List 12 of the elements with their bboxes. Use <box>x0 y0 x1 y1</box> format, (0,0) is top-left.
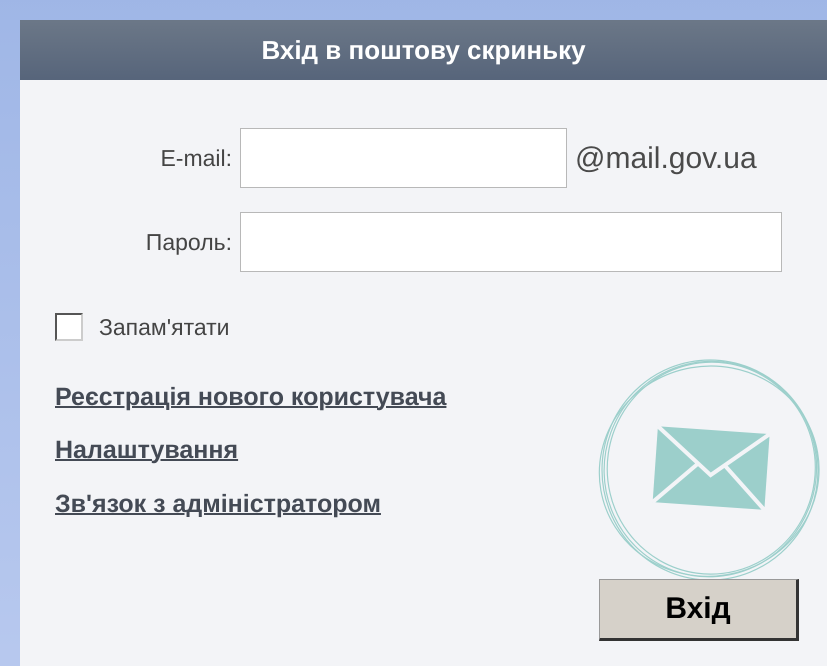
nav-link[interactable]: Налаштування <box>55 432 238 470</box>
email-domain: @mail.gov.ua <box>575 140 757 176</box>
nav-link[interactable]: Реєстрація нового користувача <box>55 378 446 416</box>
password-input[interactable] <box>240 212 782 272</box>
remember-checkbox[interactable] <box>55 313 83 342</box>
email-label: E-mail: <box>159 144 232 173</box>
login-button[interactable]: Вхід <box>599 578 799 640</box>
nav-link[interactable]: Зв'язок з адміністратором <box>55 486 381 523</box>
remember-label: Запам'ятати <box>99 313 230 342</box>
email-input[interactable] <box>240 128 567 188</box>
password-label: Пароль: <box>144 228 232 257</box>
login-title: Вхід в поштову скриньку <box>261 34 586 66</box>
